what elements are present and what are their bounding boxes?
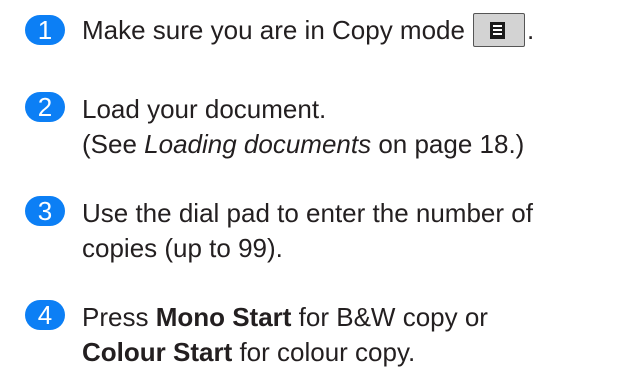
step-number-badge: 2 [25, 92, 65, 122]
colour-start-key-label: Colour Start [82, 337, 233, 367]
mono-start-key-label: Mono Start [155, 302, 292, 332]
copy-mode-icon [489, 22, 505, 40]
copy-mode-key [472, 13, 525, 48]
step-text-line-2: Colour Start for colour copy. [82, 335, 415, 370]
step-1-period: . [526, 15, 535, 45]
step-text-line-1: Press Mono Start for B&W copy or [82, 300, 488, 335]
step-number-badge: 4 [25, 300, 65, 330]
step-text: Make sure you are in Copy mode . [82, 13, 534, 49]
reference-prefix: (See [82, 129, 145, 159]
reference-link[interactable]: Loading documents [144, 129, 371, 159]
step-1-instruction: Make sure you are in Copy mode [82, 15, 465, 45]
step-text-line-2: (See Loading documents on page 18.) [82, 127, 524, 162]
step-text-line-1: Use the dial pad to enter the number of [82, 198, 533, 228]
step-text-line-1: Load your document. [82, 94, 327, 124]
press-prefix: Press [82, 302, 156, 332]
step-number-badge: 3 [25, 196, 65, 226]
reference-suffix: on page 18.) [371, 129, 525, 159]
step-4-line-1-rest: for B&W copy or [291, 302, 488, 332]
step-4-line-2-rest: for colour copy. [232, 337, 416, 367]
step-text-line-2: copies (up to 99). [82, 233, 283, 263]
step-number-badge: 1 [25, 15, 65, 45]
